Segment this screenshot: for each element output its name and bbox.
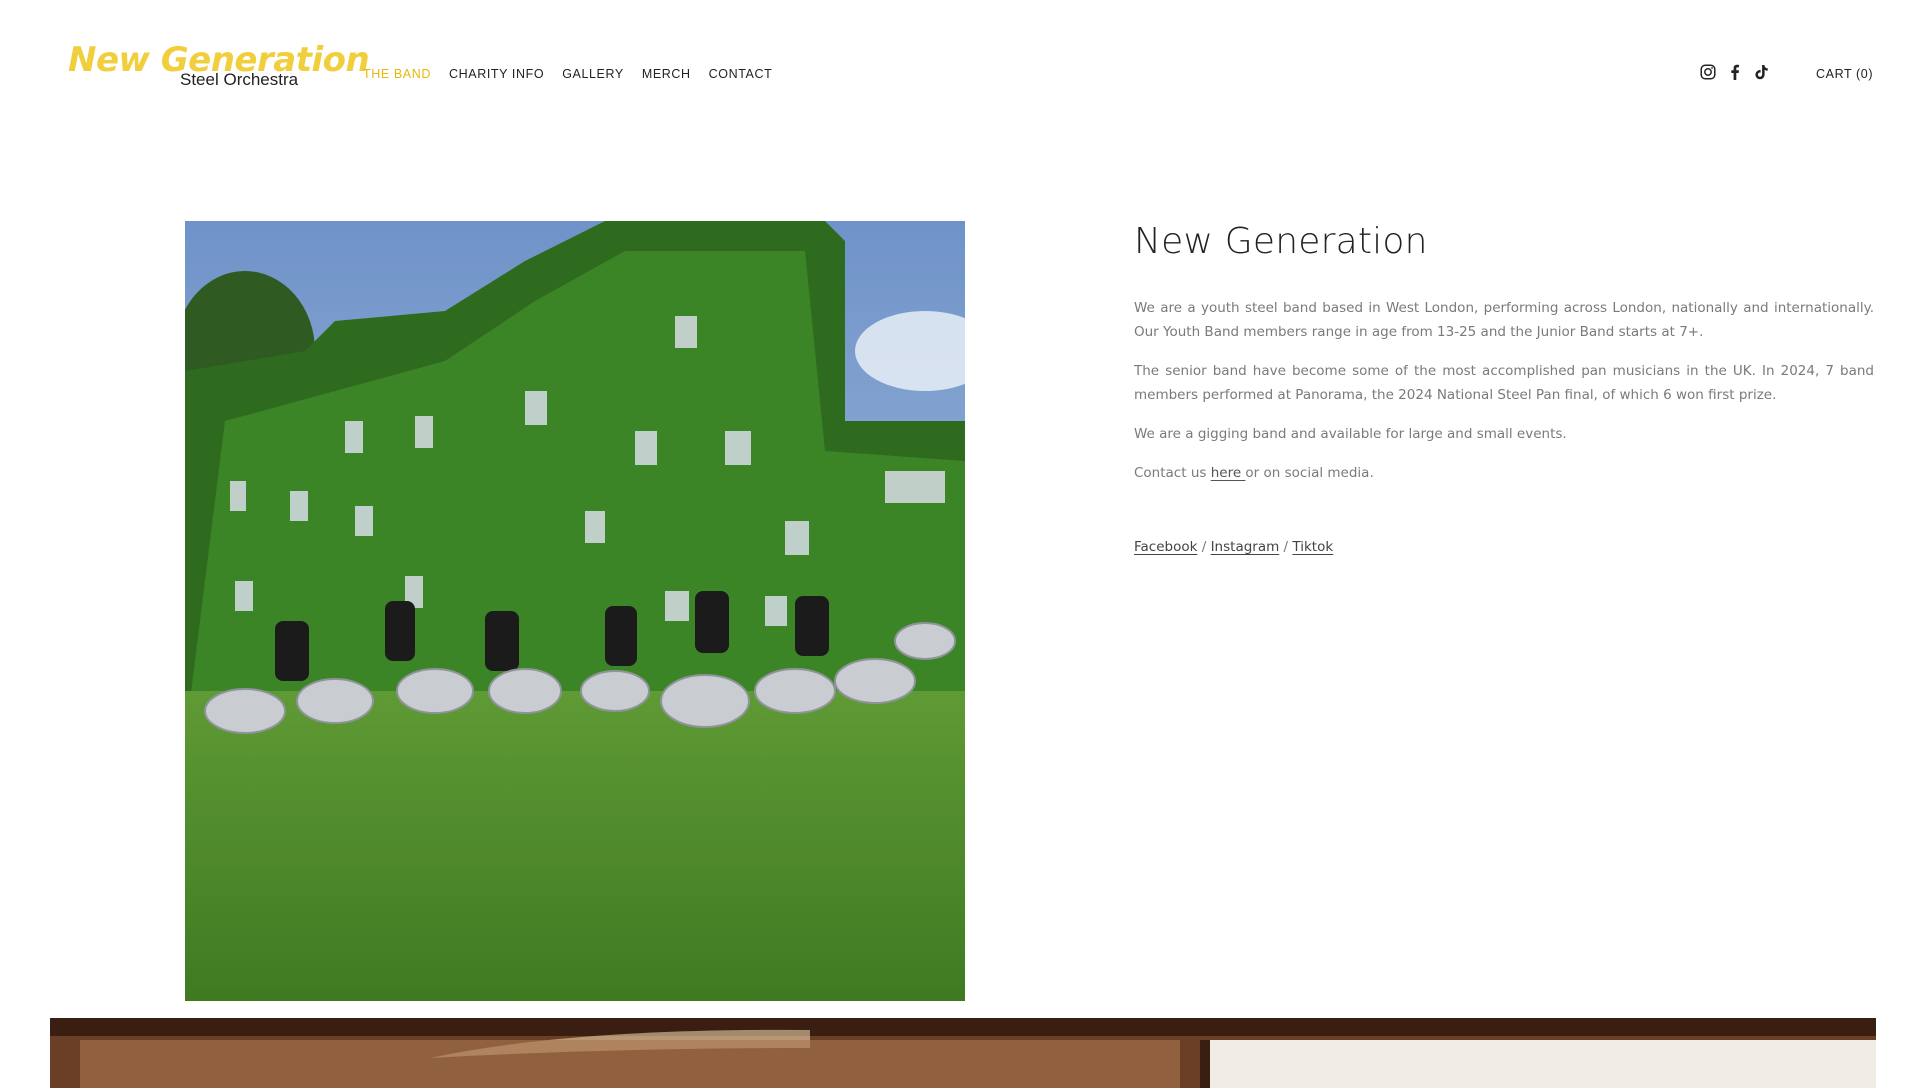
site-logo[interactable]: New Generation Steel Orchestra — [68, 40, 370, 100]
main-nav: THE BAND CHARITY INFO GALLERY MERCH CONT… — [363, 67, 772, 81]
facebook-link[interactable]: Facebook — [1134, 539, 1197, 555]
video-banner[interactable] — [50, 1018, 1876, 1088]
site-header: New Generation Steel Orchestra THE BAND … — [0, 0, 1920, 150]
about-paragraph-1: We are a youth steel band based in West … — [1134, 300, 1874, 340]
band-photo — [185, 221, 965, 1001]
nav-item-gallery[interactable]: GALLERY — [562, 67, 624, 81]
cart-button[interactable]: CART (0) — [1816, 67, 1873, 81]
tiktok-icon[interactable] — [1754, 64, 1770, 80]
link-separator: / — [1197, 539, 1211, 555]
social-icons — [1700, 64, 1770, 80]
instagram-link[interactable]: Instagram — [1211, 539, 1280, 555]
page-title: New Generation — [1134, 221, 1428, 262]
nav-item-merch[interactable]: MERCH — [642, 67, 691, 81]
link-separator: / — [1279, 539, 1293, 555]
nav-item-contact[interactable]: CONTACT — [709, 67, 773, 81]
about-paragraph-3: We are a gigging band and available for … — [1134, 426, 1567, 442]
social-links: Facebook / Instagram / Tiktok — [1134, 539, 1874, 555]
about-paragraph-2: The senior band have become some of the … — [1134, 363, 1874, 403]
contact-paragraph: Contact us here or on social media. — [1134, 461, 1874, 485]
nav-item-the-band[interactable]: THE BAND — [363, 67, 431, 81]
logo-subtitle: Steel Orchestra — [180, 70, 299, 89]
instagram-icon[interactable] — [1700, 64, 1716, 80]
facebook-icon[interactable] — [1727, 64, 1743, 80]
about-section: New Generation We are a youth steel band… — [1134, 221, 1874, 555]
nav-item-charity-info[interactable]: CHARITY INFO — [449, 67, 544, 81]
tiktok-link[interactable]: Tiktok — [1292, 539, 1333, 555]
contact-suffix: or on social media. — [1245, 465, 1374, 481]
contact-here-link[interactable]: here — [1211, 465, 1246, 481]
contact-prefix: Contact us — [1134, 465, 1211, 481]
